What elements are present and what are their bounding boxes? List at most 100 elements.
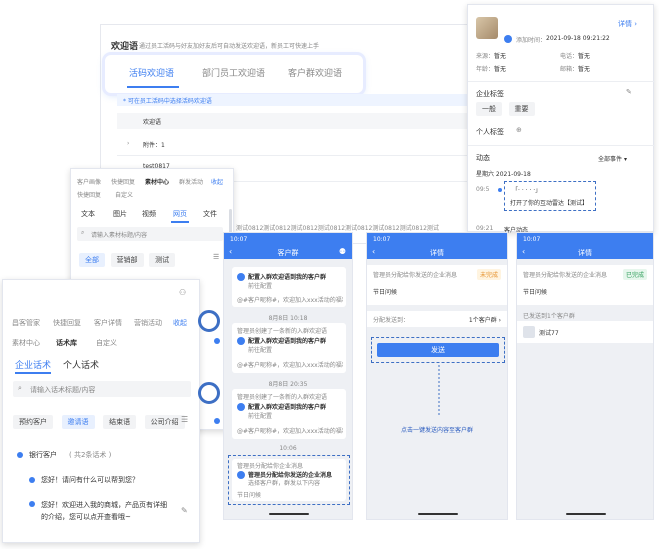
col-header-welcome: 欢迎语	[143, 119, 162, 126]
user-icon[interactable]: ⚇	[179, 288, 186, 297]
mat-search-input[interactable]: ⌕ 请输入素材标题/内容	[77, 227, 223, 241]
mat-nav-custom[interactable]: 自定义	[115, 190, 133, 199]
msg1-sub: 前往配置	[248, 283, 273, 290]
person-icon[interactable]: ⚉	[339, 247, 346, 256]
expand-icon[interactable]: ›	[127, 140, 129, 147]
chat-icon	[237, 471, 245, 479]
mat-filter-all[interactable]: 全部	[79, 253, 105, 267]
msg-card-3[interactable]: 管理员创建了一条新的入群欢迎语 配置入群欢迎语到我的客户群 前往配置 @#客户昵…	[232, 389, 346, 439]
sc-sub-material[interactable]: 素材中心	[12, 338, 40, 348]
edit-icon[interactable]: ✎	[626, 88, 632, 96]
logo-ring-icon	[198, 382, 220, 404]
notify-sub: 选择客户群，群发以下内容	[248, 480, 321, 487]
filter-list-icon[interactable]: ☰	[213, 253, 219, 261]
chevron-right-icon: ›	[634, 20, 638, 28]
home-indicator	[269, 513, 309, 515]
sc-nav-detail[interactable]: 客户详情	[94, 318, 122, 328]
mat-tab-text[interactable]: 文本	[81, 209, 95, 219]
target-value: 1个客户群 ›	[468, 317, 501, 324]
sc-filter-reserve[interactable]: 预约客户	[13, 415, 53, 429]
edit-icon[interactable]: ✎	[181, 506, 188, 515]
mat-tab-web[interactable]: 网页	[173, 209, 187, 219]
mat-tab-video[interactable]: 视频	[142, 209, 156, 219]
mat-nav-campaign[interactable]: 群发活动	[179, 177, 203, 186]
mat-nav-profile[interactable]: 客户画像	[77, 177, 101, 186]
plus-circle-icon[interactable]: ⊕	[516, 126, 522, 134]
sidebar-dot-icon	[214, 338, 220, 344]
sc-tab-underline	[15, 372, 51, 374]
phone2-card: 管理员分配给你发送的企业消息 未完成 节日问候	[367, 265, 507, 305]
tab-qrcode-welcome[interactable]: 活码欢迎语	[129, 66, 174, 79]
msg1-detail: @#客户昵称#，欢迎加入xxx活动的福利群哦～回复...	[237, 297, 343, 304]
status-badge: 未完成	[476, 269, 501, 280]
detail-link-text: 详情	[618, 20, 632, 28]
email-value: 暂无	[578, 66, 591, 73]
feed-filter[interactable]: 全部事件 ▾	[598, 154, 627, 163]
date-2: 8月8日 20:35	[268, 381, 308, 388]
phone2-target-row[interactable]: 分配发送到： 1个客户群 ›	[367, 311, 507, 327]
phone1-title: 客户群	[277, 249, 299, 257]
notify-card[interactable]: 管理员分配给你企业消息 管理员分配给你发送的企业消息 选择客户群，群发以下内容 …	[232, 459, 346, 501]
group-row[interactable]: 测试77	[517, 321, 653, 343]
feed-date: 星期六 2021-09-18	[476, 171, 531, 178]
sc-nav-manager[interactable]: 昌客管家	[12, 318, 40, 328]
mat-nav-material[interactable]: 素材中心	[145, 177, 169, 186]
msg2-title: 配置入群欢迎语到我的客户群	[248, 338, 327, 345]
send-button[interactable]: 发送	[377, 343, 499, 357]
tag-important: 重要	[508, 102, 535, 116]
sc-filters: 预约客户 邀请语 结束语 公司介绍	[13, 415, 185, 429]
sc-filter-invite[interactable]: 邀请语	[61, 415, 95, 429]
sc-nav-collapse[interactable]: 收起	[173, 318, 187, 328]
filter-list-icon[interactable]: ☰	[181, 415, 188, 424]
logo-ring-icon	[198, 310, 220, 332]
event1-name: 「· · · · ·」	[512, 187, 542, 194]
welcome-title: 欢迎语	[111, 42, 139, 52]
tab-department-welcome[interactable]: 部门员工欢迎语	[202, 66, 265, 79]
sc-item-1[interactable]: 您好！请问有什么可以帮到您？	[41, 475, 139, 485]
date-3: 10:06	[279, 445, 297, 452]
msg2-notice: 管理员创建了一条新的入群欢迎语	[237, 328, 328, 335]
mat-filter-marketing[interactable]: 营销部	[110, 253, 144, 267]
mat-search-placeholder: 请输入素材标题/内容	[91, 232, 148, 239]
detail-link[interactable]: 详情 ›	[618, 19, 637, 29]
mat-nav-collapse[interactable]: 收起	[211, 177, 223, 186]
phone-label: 电话：	[560, 53, 579, 60]
sc-filter-company[interactable]: 公司介绍	[144, 415, 185, 429]
phone3-header-text: 管理员分配给你发送的企业消息	[523, 272, 608, 279]
mat-tab-file[interactable]: 文件	[203, 209, 217, 219]
mat-tab-image[interactable]: 图片	[113, 209, 127, 219]
phone3-header: 10:07 ‹ 详情	[517, 233, 653, 259]
add-time: 2021-09-18 09:21:22	[546, 35, 610, 42]
row-attachment: 附件：1	[143, 142, 165, 149]
sc-tab-corp[interactable]: 企业话术	[15, 358, 51, 371]
sc-sub-custom[interactable]: 自定义	[96, 338, 117, 348]
tab-group-welcome[interactable]: 客户群欢迎语	[288, 66, 342, 79]
phone3-content: 节日问候	[523, 289, 548, 296]
mat-nav-quick2[interactable]: 快捷回复	[77, 190, 101, 199]
mat-filter-test[interactable]: 测试	[149, 253, 176, 267]
sc-search-input[interactable]: ⌕ 请输入话术标题/内容	[13, 381, 191, 397]
welcome-tab-bar: 活码欢迎语 部门员工欢迎语 客户群欢迎语	[105, 55, 363, 93]
msg3-title: 配置入群欢迎语到我的客户群	[248, 404, 327, 411]
sc-item-2[interactable]: 您好！欢迎进入我的商城，产品页有详细的介绍，您可以点开查看哦~	[41, 499, 173, 523]
msg-card-1[interactable]: 配置入群欢迎语到我的客户群 前往配置 @#客户昵称#，欢迎加入xxx活动的福利群…	[232, 267, 346, 307]
corp-tags-label: 企业标签	[476, 90, 504, 98]
search-icon: ⌕	[18, 384, 22, 392]
sc-nav-quick[interactable]: 快捷回复	[53, 318, 81, 328]
status-badge: 已完成	[622, 269, 647, 280]
phone-detail-done: 10:07 ‹ 详情 管理员分配给你发送的企业消息 已完成 节日问候 已发送到1…	[516, 232, 654, 520]
phone2-header-text: 管理员分配给你发送的企业消息	[373, 272, 458, 279]
item-dot-icon	[29, 477, 35, 483]
source-value: 暂无	[494, 53, 507, 60]
phone-value: 暂无	[578, 53, 591, 60]
sc-tab-personal[interactable]: 个人话术	[63, 358, 99, 371]
sc-sub-library[interactable]: 话术库	[56, 338, 77, 348]
chat-icon	[237, 273, 245, 281]
mat-nav-quick[interactable]: 快捷回复	[111, 177, 135, 186]
customer-detail-panel: 添加时间： 2021-09-18 09:21:22 详情 › 来源： 暂无 电话…	[467, 4, 655, 234]
event1-text: 打开了你的互动雷达【测试】	[510, 200, 589, 207]
sc-filter-end[interactable]: 结束语	[103, 415, 137, 429]
sc-nav-campaign[interactable]: 营销活动	[134, 318, 162, 328]
sc-group-name: 银行客户	[29, 451, 57, 459]
msg-card-2[interactable]: 管理员创建了一条新的入群欢迎语 配置入群欢迎语到我的客户群 前往配置 @#客户昵…	[232, 323, 346, 373]
